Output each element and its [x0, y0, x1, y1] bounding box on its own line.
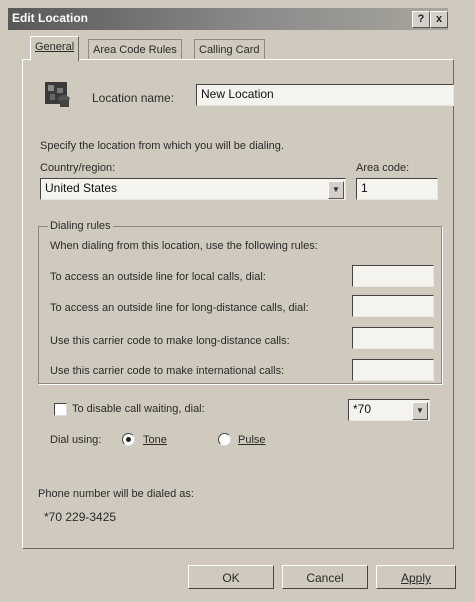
- country-region-label: Country/region:: [40, 162, 116, 174]
- long-distance-line-input[interactable]: [352, 295, 434, 317]
- pulse-label: Pulse: [238, 434, 266, 446]
- ok-button[interactable]: OK: [188, 565, 274, 589]
- local-calls-label: To access an outside line for local call…: [50, 271, 266, 283]
- long-distance-carrier-label: Use this carrier code to make long-dista…: [50, 335, 290, 347]
- country-region-value: United States: [45, 181, 118, 195]
- tab-calling-card-label: Calling Card: [199, 44, 260, 56]
- pulse-radio[interactable]: [218, 433, 231, 446]
- call-waiting-code-value: *70: [353, 402, 372, 416]
- country-dropdown-button[interactable]: ▼: [328, 181, 344, 199]
- cancel-button[interactable]: Cancel: [282, 565, 368, 589]
- location-phone-icon: [45, 82, 70, 107]
- call-waiting-dropdown-button[interactable]: ▼: [412, 402, 428, 420]
- tab-area-code-rules-label: Area Code Rules: [93, 44, 177, 56]
- long-distance-carrier-input[interactable]: [352, 327, 434, 349]
- tone-label: Tone: [143, 434, 167, 446]
- specify-text: Specify the location from which you will…: [40, 140, 284, 152]
- disable-call-waiting-checkbox[interactable]: [54, 403, 67, 416]
- apply-button[interactable]: Apply: [376, 565, 456, 589]
- edit-location-dialog: Edit Location ? x General Area Code Rule…: [0, 0, 475, 602]
- phone-number-label: Phone number will be dialed as:: [38, 488, 194, 500]
- close-button[interactable]: x: [430, 11, 448, 28]
- tab-area-code-rules[interactable]: Area Code Rules: [88, 39, 182, 60]
- tone-radio[interactable]: [122, 433, 135, 446]
- tab-general[interactable]: General: [30, 36, 80, 61]
- dial-using-label: Dial using:: [50, 434, 102, 446]
- title-bar: Edit Location ? x: [8, 8, 448, 30]
- area-code-input[interactable]: 1: [356, 178, 438, 200]
- tab-general-label: General: [35, 41, 75, 53]
- area-code-label: Area code:: [356, 162, 410, 174]
- dialing-rules-intro: When dialing from this location, use the…: [50, 240, 318, 252]
- local-calls-input[interactable]: [352, 265, 434, 287]
- country-region-select[interactable]: United States: [40, 178, 346, 200]
- disable-call-waiting-label: To disable call waiting, dial:: [72, 403, 205, 415]
- international-carrier-label: Use this carrier code to make internatio…: [50, 365, 285, 377]
- location-name-label: Location name:: [92, 91, 175, 105]
- international-carrier-input[interactable]: [352, 359, 434, 381]
- tone-radio-dot: [126, 437, 131, 442]
- location-name-input[interactable]: New Location: [196, 84, 454, 106]
- tab-calling-card[interactable]: Calling Card: [194, 39, 265, 60]
- dialing-rules-legend: Dialing rules: [48, 220, 113, 232]
- window-title: Edit Location: [12, 11, 88, 25]
- phone-number-value: *70 229-3425: [44, 510, 117, 524]
- help-button[interactable]: ?: [412, 11, 430, 28]
- long-distance-line-label: To access an outside line for long-dista…: [50, 302, 309, 314]
